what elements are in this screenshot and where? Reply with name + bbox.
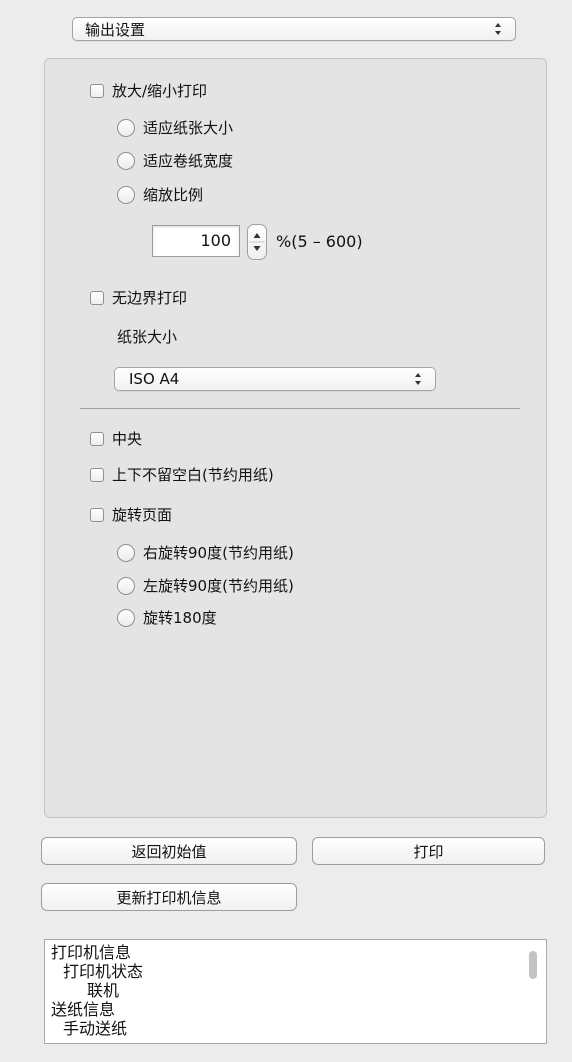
radio-button[interactable]: [117, 185, 135, 204]
list-item: 送纸信息: [51, 1000, 116, 1019]
section-divider: [80, 408, 520, 409]
print-button[interactable]: 打印: [312, 837, 545, 865]
radio-button[interactable]: [117, 608, 135, 627]
rotate-checkbox-label: 旋转页面: [112, 506, 173, 524]
section-select[interactable]: 输出设置: [72, 17, 516, 41]
rotate-checkbox[interactable]: [90, 507, 104, 522]
radio-button[interactable]: [117, 118, 135, 137]
no-margin-checkbox-label: 上下不留空白(节约用纸): [112, 466, 274, 484]
list-item: 联机: [87, 981, 120, 1000]
radio-label: 适应纸张大小: [143, 119, 234, 137]
radio-rotate-left[interactable]: 左旋转90度(节约用纸): [117, 575, 294, 596]
paper-size-select[interactable]: ISO A4: [114, 367, 436, 391]
radio-label: 旋转180度: [143, 609, 217, 627]
printer-info-list[interactable]: 打印机信息 打印机状态 联机 送纸信息 手动送纸: [44, 939, 547, 1044]
radio-button[interactable]: [117, 151, 135, 170]
radio-rotate-right[interactable]: 右旋转90度(节约用纸): [117, 542, 294, 563]
scale-range-text: %(5 – 600): [276, 232, 363, 251]
radio-button[interactable]: [117, 576, 135, 595]
borderless-checkbox-label: 无边界打印: [112, 289, 188, 307]
radio-label: 适应卷纸宽度: [143, 152, 234, 170]
radio-label: 右旋转90度(节约用纸): [143, 544, 294, 562]
stepper-arrows-icon: [249, 233, 265, 251]
radio-fit-roll-width[interactable]: 适应卷纸宽度: [117, 150, 233, 171]
section-select-value: 输出设置: [85, 20, 146, 39]
scale-input[interactable]: 100: [152, 225, 240, 257]
no-margin-checkbox-row[interactable]: 上下不留空白(节约用纸): [90, 464, 274, 485]
list-item: 打印机状态: [63, 962, 144, 981]
update-printer-info-button[interactable]: 更新打印机信息: [41, 883, 297, 911]
center-checkbox[interactable]: [90, 431, 104, 446]
rotate-checkbox-row[interactable]: 旋转页面: [90, 504, 172, 525]
radio-button[interactable]: [117, 543, 135, 562]
radio-scale-ratio[interactable]: 缩放比例: [117, 184, 203, 205]
scaling-checkbox-row[interactable]: 放大/缩小打印: [90, 80, 207, 101]
radio-fit-paper[interactable]: 适应纸张大小: [117, 117, 233, 138]
radio-label: 左旋转90度(节约用纸): [143, 577, 294, 595]
scrollbar-thumb[interactable]: [529, 951, 537, 979]
radio-rotate-180[interactable]: 旋转180度: [117, 607, 217, 628]
scale-stepper[interactable]: [247, 224, 267, 260]
scaling-checkbox[interactable]: [90, 83, 104, 98]
borderless-checkbox[interactable]: [90, 290, 104, 305]
center-checkbox-row[interactable]: 中央: [90, 428, 142, 449]
paper-size-label-text: 纸张大小: [117, 328, 178, 346]
reset-button[interactable]: 返回初始值: [41, 837, 297, 865]
up-down-arrows-icon: [495, 23, 501, 35]
scaling-checkbox-label: 放大/缩小打印: [112, 82, 208, 100]
borderless-checkbox-row[interactable]: 无边界打印: [90, 287, 187, 308]
center-checkbox-label: 中央: [112, 430, 143, 448]
scale-range-label: %(5 – 600): [276, 232, 363, 251]
list-item: 手动送纸: [63, 1019, 128, 1038]
no-margin-checkbox[interactable]: [90, 467, 104, 482]
paper-size-value: ISO A4: [129, 370, 180, 388]
list-item: 打印机信息: [51, 943, 132, 962]
radio-label: 缩放比例: [143, 186, 204, 204]
up-down-arrows-icon: [415, 373, 421, 385]
paper-size-label: 纸张大小: [117, 326, 177, 347]
